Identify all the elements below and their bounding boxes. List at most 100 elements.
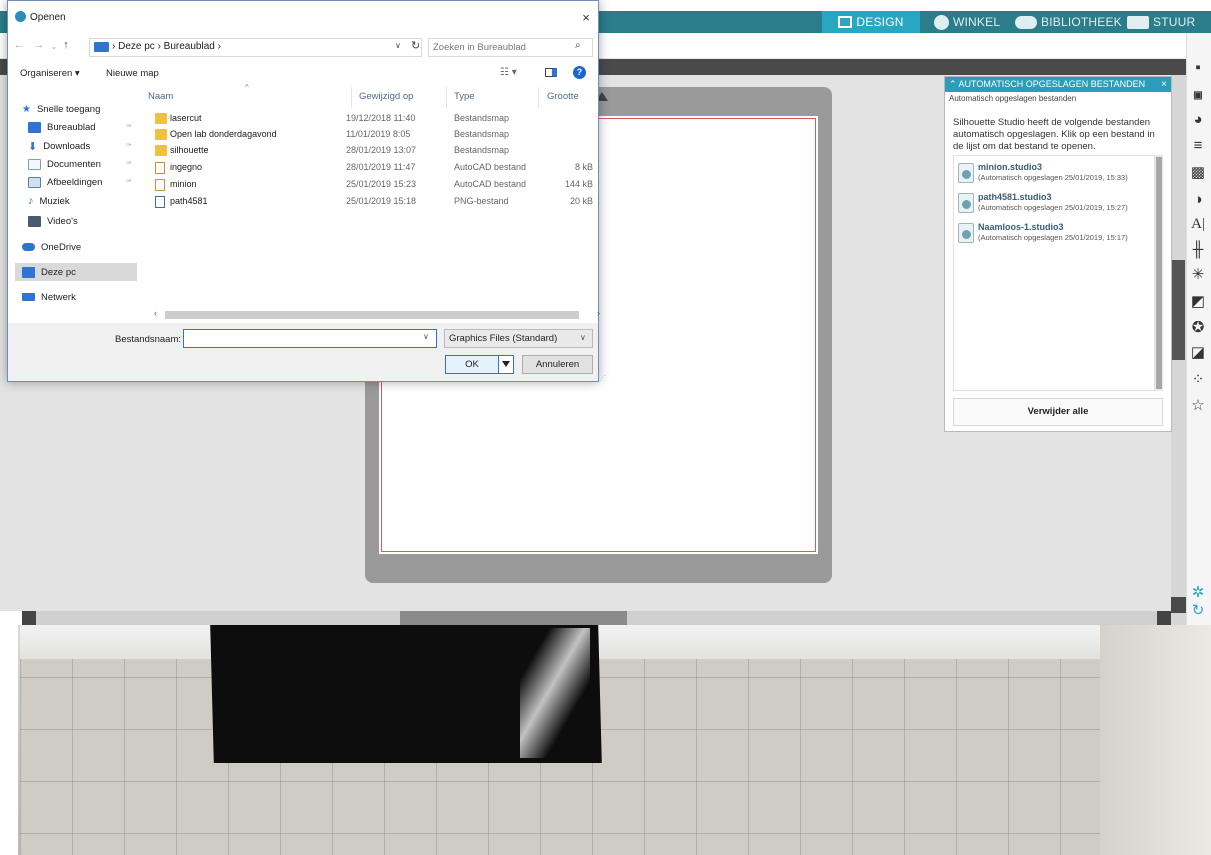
collapse-chevron-icon[interactable]: ⌃ (949, 79, 959, 89)
back-arrow-icon[interactable]: ← (13, 39, 25, 51)
ok-button[interactable]: OK (445, 355, 514, 374)
scroll-right-icon[interactable]: › (597, 308, 600, 318)
column-name-header[interactable]: Naam (148, 91, 173, 102)
pixscan-icon[interactable]: ▣ (1188, 86, 1208, 106)
file-row[interactable]: Open lab donderdagavond 11/01/2019 8:05 … (148, 127, 596, 143)
tab-store[interactable]: WINKEL (934, 11, 1000, 33)
file-type: Bestandsmap (454, 113, 510, 123)
organize-menu-button[interactable]: Organiseren ▾ (20, 68, 80, 79)
recent-locations-chevron-icon[interactable]: ⌄ (48, 42, 60, 51)
autosave-item[interactable]: minion.studio3 (Automatisch opgeslagen 2… (958, 160, 1154, 188)
file-row[interactable]: path4581 25/01/2019 15:18 PNG-bestand 20… (148, 194, 596, 210)
studio-file-icon (958, 223, 974, 243)
column-type-header[interactable]: Type (454, 91, 475, 102)
offset-icon[interactable]: ✪ (1188, 318, 1208, 338)
tab-design[interactable]: DESIGN (822, 11, 920, 33)
file-list-hscroll-thumb[interactable] (165, 311, 579, 319)
search-box[interactable]: ⌕ (428, 38, 593, 57)
nav-item-pictures[interactable]: Afbeeldingen ✑ (28, 174, 132, 190)
modify-icon[interactable]: ◩ (1188, 292, 1208, 312)
cutting-mat-photo (20, 625, 1211, 855)
column-size-header[interactable]: Grootte (547, 91, 579, 102)
nav-item-network[interactable]: Netwerk (22, 289, 76, 305)
scroll-right-icon[interactable] (1157, 611, 1171, 625)
help-icon[interactable]: ? (573, 66, 586, 79)
page-setup-icon[interactable]: ▪ (1188, 58, 1208, 78)
nav-item-videos[interactable]: Video's (28, 213, 78, 229)
autosave-item[interactable]: path4581.studio3 (Automatisch opgeslagen… (958, 190, 1154, 218)
nav-item-onedrive[interactable]: OneDrive (22, 239, 81, 255)
trace-icon[interactable]: ◪ (1188, 343, 1208, 363)
column-divider[interactable] (351, 87, 352, 108)
file-name: lasercut (170, 113, 202, 123)
file-row[interactable]: minion 25/01/2019 15:23 AutoCAD bestand … (148, 177, 596, 193)
cancel-button[interactable]: Annuleren (522, 355, 593, 374)
autosave-file-list: minion.studio3 (Automatisch opgeslagen 2… (953, 155, 1155, 391)
nav-item-this-pc[interactable]: Deze pc (22, 264, 76, 280)
sync-icon[interactable]: ↻ (1188, 601, 1208, 621)
close-icon[interactable]: × (1161, 77, 1167, 92)
autosave-item[interactable]: Naamloos-1.studio3 (Automatisch opgeslag… (958, 220, 1154, 248)
autosave-scroll-thumb[interactable] (1156, 157, 1162, 389)
nav-item-quick-access[interactable]: ★ Snelle toegang (22, 101, 100, 117)
column-divider[interactable] (538, 87, 539, 108)
filename-input[interactable] (187, 332, 412, 345)
canvas-hscroll-thumb[interactable] (400, 611, 627, 625)
up-arrow-icon[interactable]: ↑ (60, 39, 72, 51)
canvas-vscroll-thumb[interactable] (1172, 260, 1185, 360)
filename-combobox[interactable]: ∨ (183, 329, 437, 348)
scroll-left-icon[interactable]: ‹ (154, 308, 157, 318)
pin-icon[interactable]: ✑ (126, 122, 132, 130)
file-size: 8 kB (574, 162, 593, 172)
close-icon[interactable]: × (579, 10, 593, 25)
file-modified: 28/01/2019 13:07 (346, 145, 417, 155)
nav-item-music[interactable]: ♪ Muziek (28, 193, 70, 209)
nav-item-documents[interactable]: Documenten ✑ (28, 156, 132, 172)
column-divider[interactable] (446, 87, 447, 108)
scroll-left-icon[interactable] (22, 611, 36, 625)
scroll-up-icon[interactable] (1171, 59, 1186, 75)
text-style-icon[interactable]: A| (1188, 214, 1208, 234)
address-history-chevron-icon[interactable]: ∨ (395, 41, 401, 50)
settings-gear-icon[interactable]: ✲ (1188, 583, 1208, 603)
nav-item-label: Downloads (43, 140, 91, 152)
sketch-icon[interactable]: ⁘ (1188, 370, 1208, 390)
column-modified-header[interactable]: Gewijzigd op (359, 91, 413, 102)
align-icon[interactable]: ╫ (1188, 240, 1208, 260)
chevron-down-icon[interactable]: ∨ (423, 332, 429, 341)
forward-arrow-icon[interactable]: → (33, 39, 45, 51)
scroll-down-icon[interactable] (1171, 597, 1186, 613)
autosave-header[interactable]: ⌃ AUTOMATISCH OPGESLAGEN BESTANDEN × (945, 77, 1171, 92)
gradient-icon[interactable]: ▩ (1188, 163, 1208, 183)
ok-split-dropdown-icon[interactable] (498, 356, 513, 373)
chevron-down-icon[interactable]: ∨ (580, 333, 586, 342)
shadow-icon[interactable]: ◑ (1188, 190, 1208, 210)
replicate-icon[interactable]: ✳ (1188, 265, 1208, 285)
breadcrumb[interactable]: › Deze pc › Bureaublad › (112, 41, 221, 52)
nav-item-desktop[interactable]: Bureaublad ✑ (28, 119, 132, 135)
pin-icon[interactable]: ✑ (126, 159, 132, 167)
nav-item-downloads[interactable]: ⬇ Downloads ✑ (28, 138, 132, 154)
filetype-select[interactable]: Graphics Files (Standard) ∨ (444, 329, 593, 348)
pin-icon[interactable]: ✑ (126, 141, 132, 149)
tab-library[interactable]: BIBLIOTHEEK (1015, 11, 1122, 33)
fill-palette-icon[interactable]: ◕ (1188, 110, 1208, 130)
refresh-icon[interactable]: ↻ (411, 39, 420, 52)
dialog-title-bar[interactable] (8, 1, 598, 31)
search-input[interactable] (433, 41, 573, 54)
view-options-icon[interactable]: ☷ ▾ (500, 67, 517, 78)
line-style-icon[interactable]: ≡ (1188, 136, 1208, 156)
png-file-icon (155, 196, 165, 208)
file-row[interactable]: lasercut 19/12/2018 11:40 Bestandsmap (148, 111, 596, 127)
new-folder-button[interactable]: Nieuwe map (106, 68, 159, 79)
pin-icon[interactable]: ✑ (126, 177, 132, 185)
favorites-star-icon[interactable]: ☆ (1188, 396, 1208, 416)
file-row[interactable]: silhouette 28/01/2019 13:07 Bestandsmap (148, 143, 596, 159)
file-name: silhouette (170, 145, 209, 155)
file-row[interactable]: ingegno 28/01/2019 11:47 AutoCAD bestand… (148, 160, 596, 176)
search-icon[interactable]: ⌕ (575, 40, 581, 51)
preview-pane-icon[interactable] (545, 68, 557, 77)
resize-grip-icon[interactable]: ⋰ (599, 374, 606, 382)
tab-send[interactable]: STUUR (1127, 11, 1195, 33)
delete-all-button[interactable]: Verwijder alle (953, 398, 1163, 426)
